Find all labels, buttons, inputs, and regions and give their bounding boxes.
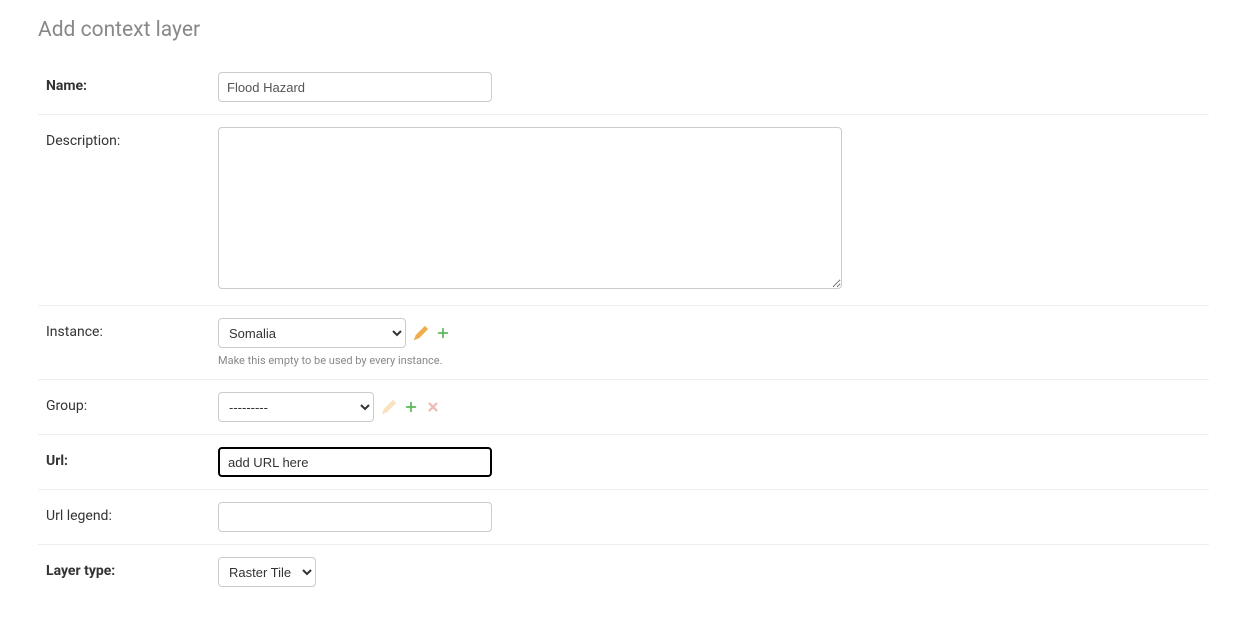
- label-url: Url:: [38, 447, 218, 469]
- url-input[interactable]: [218, 447, 492, 477]
- add-context-layer-form: Add context layer Name: Description: Ins…: [0, 0, 1247, 619]
- x-icon[interactable]: [426, 400, 440, 414]
- label-instance: Instance:: [38, 318, 218, 340]
- row-instance: Instance: Somalia Make this empty to be …: [38, 306, 1209, 380]
- pencil-icon[interactable]: [414, 326, 428, 340]
- plus-icon[interactable]: [404, 400, 418, 414]
- page-title: Add context layer: [38, 18, 1209, 42]
- instance-select[interactable]: Somalia: [218, 318, 406, 348]
- row-description: Description:: [38, 115, 1209, 306]
- label-url-legend: Url legend:: [38, 502, 218, 524]
- row-url: Url:: [38, 435, 1209, 490]
- url-legend-input[interactable]: [218, 502, 492, 532]
- group-select[interactable]: ---------: [218, 392, 374, 422]
- description-textarea[interactable]: [218, 127, 842, 289]
- label-name: Name:: [38, 72, 218, 94]
- name-input[interactable]: [218, 72, 492, 102]
- row-group: Group: ---------: [38, 380, 1209, 435]
- row-layer-type: Layer type: Raster Tile: [38, 545, 1209, 599]
- plus-icon[interactable]: [436, 326, 450, 340]
- pencil-icon[interactable]: [382, 400, 396, 414]
- label-layer-type: Layer type:: [38, 557, 218, 579]
- instance-help-text: Make this empty to be used by every inst…: [218, 354, 1209, 367]
- row-url-legend: Url legend:: [38, 490, 1209, 545]
- row-name: Name:: [38, 66, 1209, 115]
- label-description: Description:: [38, 127, 218, 149]
- layer-type-select[interactable]: Raster Tile: [218, 557, 316, 587]
- label-group: Group:: [38, 392, 218, 414]
